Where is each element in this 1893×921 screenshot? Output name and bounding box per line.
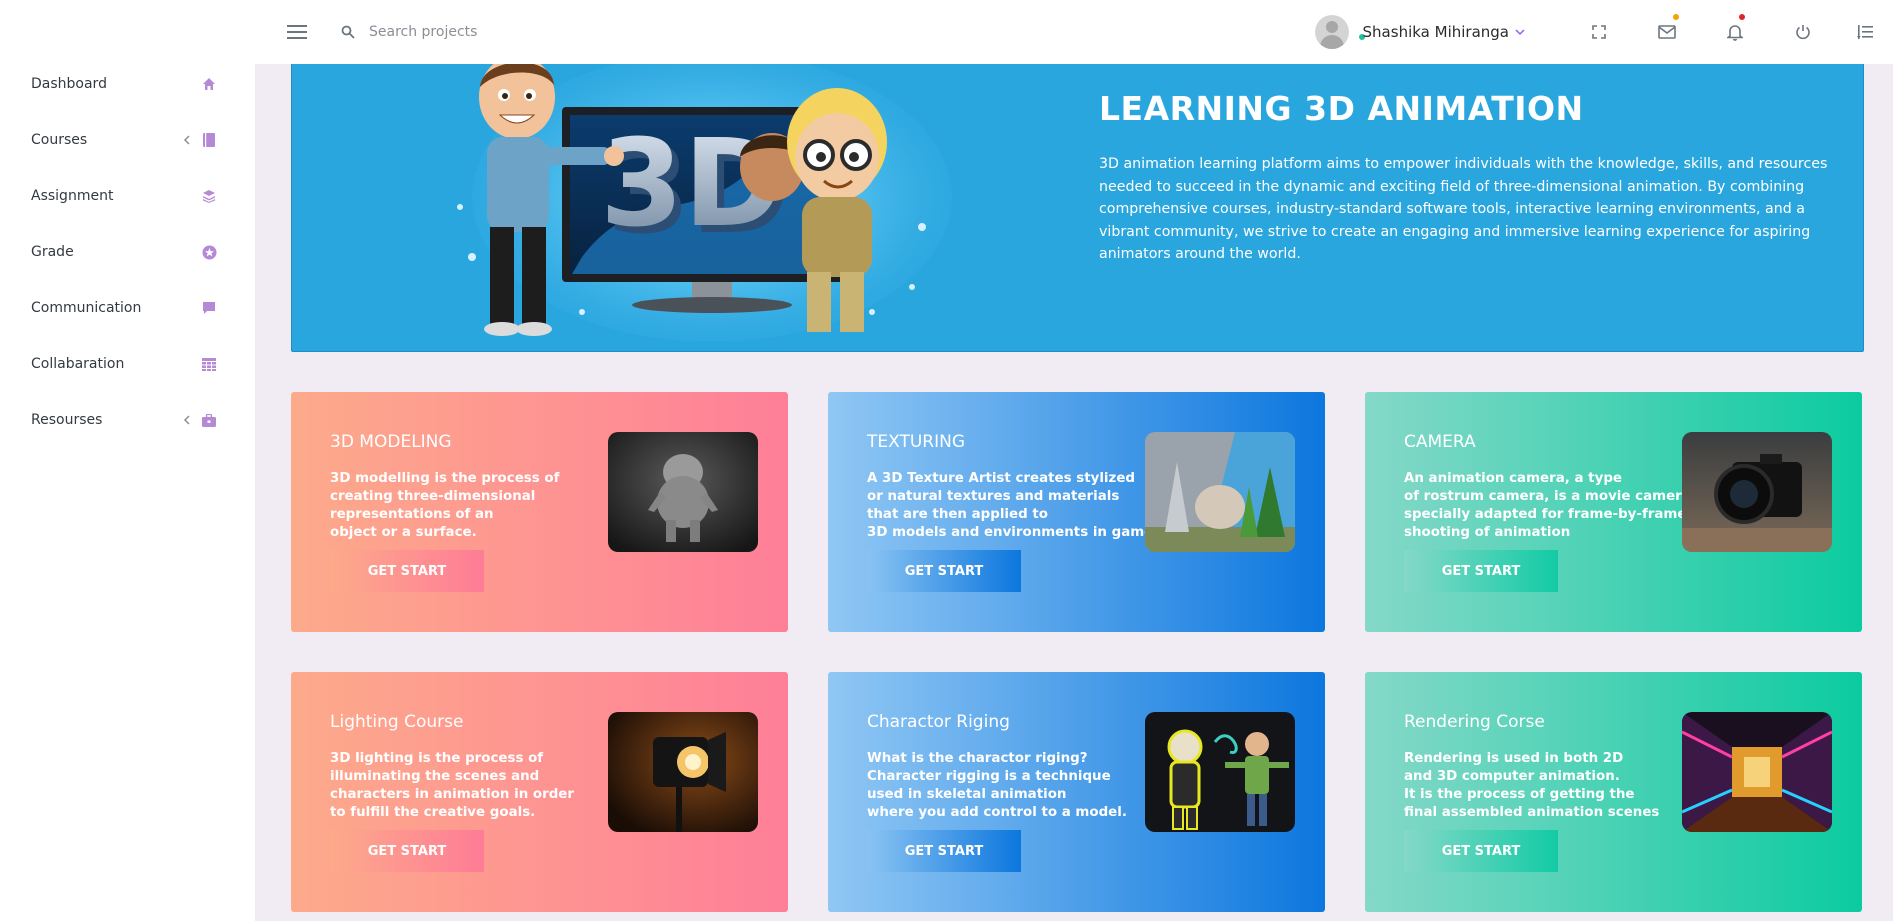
sidebar-item-label: Collabaration <box>31 356 125 372</box>
card-description: 3D modelling is the process of creating … <box>330 471 560 540</box>
camera-image <box>1682 432 1832 552</box>
card-description: 3D lighting is the process of illuminati… <box>330 751 574 820</box>
home-icon <box>201 76 217 92</box>
card-title: Rendering Corse <box>1404 712 1545 732</box>
navbar-left <box>285 0 629 64</box>
sidebar-item-grade[interactable]: Grade <box>0 232 255 272</box>
briefcase-icon <box>201 412 217 428</box>
card-title: 3D MODELING <box>330 432 452 452</box>
sidebar-item-courses[interactable]: Courses <box>0 120 255 160</box>
profile-dropdown[interactable]: Shashika Mihiranga <box>1314 15 1525 49</box>
book-icon <box>201 132 217 148</box>
get-start-button[interactable]: GET START <box>330 550 484 592</box>
render-corridor-image <box>1682 712 1832 832</box>
course-card-lighting: Lighting Course 3D lighting is the proce… <box>291 672 788 912</box>
mail-badge <box>1673 14 1679 20</box>
get-start-button[interactable]: GET START <box>867 550 1021 592</box>
hero-description: 3D animation learning platform aims to e… <box>1099 156 1828 263</box>
sidebar-item-label: Grade <box>31 244 74 260</box>
card-title: Lighting Course <box>330 712 464 732</box>
list-icon[interactable] <box>1837 0 1893 64</box>
sidebar-item-assignment[interactable]: Assignment <box>0 176 255 216</box>
sidebar-item-label: Courses <box>31 132 88 148</box>
star-icon <box>201 244 217 260</box>
rigging-image <box>1145 712 1295 832</box>
course-card-texturing: TEXTURING A 3D Texture Artist creates st… <box>828 392 1325 632</box>
mail-icon[interactable] <box>1633 0 1701 64</box>
sidebar: Dashboard Courses Assignment Grade Commu… <box>0 64 255 921</box>
get-start-button[interactable]: GET START <box>867 830 1021 872</box>
power-icon[interactable] <box>1769 0 1837 64</box>
menu-icon[interactable] <box>285 20 309 44</box>
chat-icon <box>201 300 217 316</box>
table-icon <box>201 356 217 372</box>
fullscreen-icon[interactable] <box>1565 0 1633 64</box>
avatar <box>1314 15 1349 49</box>
sidebar-item-communication[interactable]: Communication <box>0 288 255 328</box>
navbar-right: Shashika Mihiranga <box>1314 0 1893 64</box>
card-description: What is the charactor riging? Character … <box>867 751 1127 820</box>
search-input[interactable] <box>369 24 629 40</box>
course-card-3d-modeling: 3D MODELING 3D modelling is the process … <box>291 392 788 632</box>
sculpture-image <box>608 432 758 552</box>
sidebar-item-label: Resourses <box>31 412 103 428</box>
hero-banner: 3D 3D LEARNING 3D ANIMATION 3D animation… <box>291 64 1864 352</box>
card-description: Rendering is used in both 2D and 3D comp… <box>1404 751 1660 820</box>
search-icon[interactable] <box>339 23 357 41</box>
sidebar-item-resourses[interactable]: Resourses <box>0 400 255 440</box>
sidebar-item-label: Communication <box>31 300 142 316</box>
card-description: A 3D Texture Artist creates stylized or … <box>867 471 1162 540</box>
layers-icon <box>201 188 217 204</box>
top-navbar: Shashika Mihiranga <box>0 0 1893 64</box>
card-description: An animation camera, a type of rostrum c… <box>1404 471 1691 540</box>
notification-badge <box>1739 14 1745 20</box>
card-title: Charactor Riging <box>867 712 1010 732</box>
main-content: 3D 3D LEARNING 3D ANIMATION 3D animation… <box>255 64 1893 921</box>
hero-illustration: 3D 3D <box>442 64 952 342</box>
sidebar-item-collabaration[interactable]: Collabaration <box>0 344 255 384</box>
sidebar-item-dashboard[interactable]: Dashboard <box>0 64 255 104</box>
hero-title: LEARNING 3D ANIMATION <box>1099 89 1584 128</box>
spotlight-image <box>608 712 758 832</box>
texture-scene-image <box>1145 432 1295 552</box>
course-card-charactor-riging: Charactor Riging What is the charactor r… <box>828 672 1325 912</box>
user-name: Shashika Mihiranga <box>1362 23 1509 41</box>
bell-icon[interactable] <box>1701 0 1769 64</box>
get-start-button[interactable]: GET START <box>330 830 484 872</box>
chevron-down-icon <box>1515 28 1525 36</box>
sidebar-item-label: Assignment <box>31 188 114 204</box>
card-title: CAMERA <box>1404 432 1476 452</box>
get-start-button[interactable]: GET START <box>1404 550 1558 592</box>
chevron-left-icon <box>183 415 190 425</box>
card-title: TEXTURING <box>867 432 966 452</box>
chevron-left-icon <box>183 135 190 145</box>
course-card-rendering: Rendering Corse Rendering is used in bot… <box>1365 672 1862 912</box>
sidebar-item-label: Dashboard <box>31 76 107 92</box>
course-card-camera: CAMERA An animation camera, a type of ro… <box>1365 392 1862 632</box>
get-start-button[interactable]: GET START <box>1404 830 1558 872</box>
search-bar <box>339 23 629 41</box>
